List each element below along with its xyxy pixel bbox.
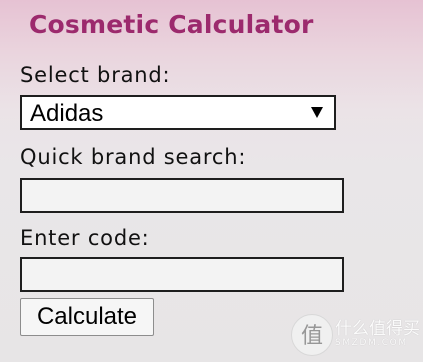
dropdown-arrow-icon	[311, 107, 323, 118]
watermark-subtext: SMZDM.COM	[335, 338, 408, 348]
calculator-app: Cosmetic Calculator Select brand: Adidas…	[0, 0, 423, 362]
brand-select-value: Adidas	[30, 100, 104, 127]
smzdm-logo-icon: 值	[291, 314, 333, 356]
watermark: 值 什么值得买 SMZDM.COM	[291, 312, 420, 356]
brand-search-input[interactable]	[20, 178, 344, 213]
brand-search-label: Quick brand search:	[20, 145, 247, 169]
calculate-button[interactable]: Calculate	[20, 298, 154, 336]
brand-select[interactable]: Adidas	[20, 95, 336, 130]
watermark-text: 什么值得买	[335, 319, 420, 339]
svg-text:值: 值	[301, 324, 323, 349]
code-label: Enter code:	[20, 226, 150, 250]
code-input[interactable]	[20, 257, 344, 292]
page-title: Cosmetic Calculator	[29, 10, 314, 39]
brand-select-label: Select brand:	[20, 63, 171, 87]
